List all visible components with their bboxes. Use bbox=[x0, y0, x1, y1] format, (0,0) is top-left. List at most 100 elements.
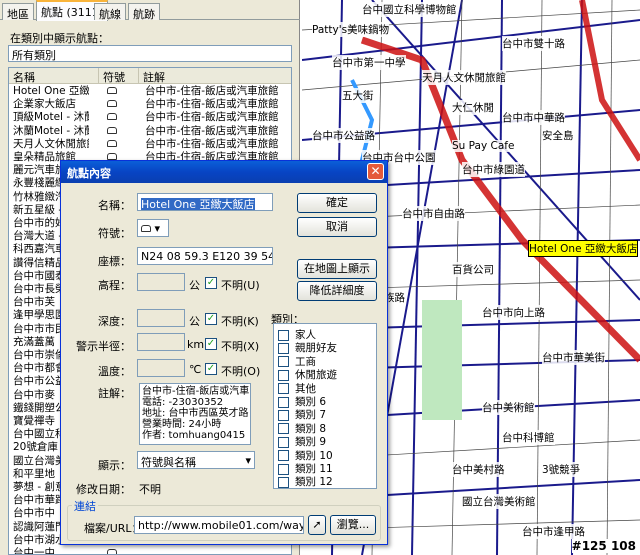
category-checkbox[interactable] bbox=[278, 476, 289, 488]
category-checkbox[interactable] bbox=[278, 383, 289, 395]
car-icon bbox=[107, 113, 117, 121]
tab-tracks[interactable]: 航跡 bbox=[128, 3, 160, 21]
waypoint-name: 頂級Motel - 沐蘭 bbox=[13, 111, 89, 124]
coord-field[interactable]: N24 08 59.3 E120 39 54.0 bbox=[137, 247, 273, 265]
depth-unknown-label: 不明(K) bbox=[221, 315, 259, 328]
category-filter-select[interactable]: 所有類別 bbox=[8, 45, 292, 62]
category-item[interactable]: 親朋好友 bbox=[278, 340, 337, 354]
url-field[interactable]: http://www.mobile01.com/waypointdet bbox=[134, 516, 304, 534]
map-label[interactable]: 台中市華美街 bbox=[542, 350, 605, 365]
map-label[interactable]: Hotel One 亞緻大飯店 bbox=[528, 240, 639, 257]
category-item-label: 類別 6 bbox=[295, 396, 327, 408]
category-checkbox[interactable] bbox=[278, 450, 289, 462]
altitude-field[interactable] bbox=[137, 273, 185, 291]
category-item[interactable]: 類別 6 bbox=[278, 394, 327, 408]
open-link-icon[interactable]: ➚ bbox=[308, 515, 326, 535]
list-item[interactable]: 天月人文休閒旅館 台中市-住宿-飯店或汽車旅館 bbox=[9, 137, 291, 151]
map-label[interactable]: 3號競爭 bbox=[542, 462, 581, 477]
category-item-label: 類別 11 bbox=[295, 463, 333, 475]
show-on-map-button[interactable]: 在地圖上顯示(S) bbox=[297, 259, 377, 292]
category-item[interactable]: 其他 bbox=[278, 381, 316, 395]
category-item[interactable]: 類別 11 bbox=[278, 461, 333, 475]
category-checkbox[interactable] bbox=[278, 436, 289, 448]
category-checkbox[interactable] bbox=[278, 356, 289, 368]
map-label[interactable]: 台中美村路 bbox=[452, 462, 505, 477]
waypoint-note: 台中市-住宿-飯店或汽車旅館 bbox=[145, 98, 279, 111]
coord-label: 座標： bbox=[98, 255, 131, 268]
category-item-label: 休閒旅遊 bbox=[295, 369, 337, 382]
temperature-unknown-checkbox[interactable]: ✓ bbox=[205, 363, 217, 375]
category-checkbox[interactable] bbox=[278, 396, 289, 408]
map-label[interactable]: 台中國立科學博物館 bbox=[362, 2, 457, 17]
map-label[interactable]: 大仁休閒 bbox=[452, 100, 494, 115]
map-label[interactable]: 台中市第一中學 bbox=[332, 55, 406, 70]
app-window: 地區 航點 (3111) 航線 航跡 在類別中顯示航點： 所有類別 名稱 符號 … bbox=[0, 0, 640, 555]
cancel-button[interactable]: 取消 bbox=[297, 217, 377, 237]
category-checkbox[interactable] bbox=[278, 423, 289, 435]
ok-button[interactable]: 確定 bbox=[297, 193, 377, 213]
category-checkbox[interactable] bbox=[278, 409, 289, 421]
category-list[interactable]: 家人 親朋好友 工商 休閒旅遊 其他 類別 6 類別 7 類別 8 類別 9 類別 10 類別 11… bbox=[273, 323, 377, 489]
category-item[interactable]: 類別 9 bbox=[278, 434, 326, 448]
map-label[interactable]: 安全島 bbox=[542, 128, 574, 143]
category-item-label: 家人 bbox=[295, 329, 316, 341]
depth-label: 深度： bbox=[98, 315, 131, 328]
list-item[interactable]: 企業家大飯店 台中市-住宿-飯店或汽車旅館 bbox=[9, 97, 291, 111]
map-label[interactable]: 台中科博館 bbox=[502, 430, 555, 445]
map-label[interactable]: 台中美術館 bbox=[482, 400, 535, 415]
lower-detail-button[interactable]: 降低詳細度 bbox=[297, 281, 377, 301]
map-label[interactable]: 台中市向上路 bbox=[482, 305, 545, 320]
column-symbol-header[interactable]: 符號 bbox=[99, 68, 139, 84]
category-item[interactable]: 類別 10 bbox=[278, 448, 333, 462]
category-checkbox[interactable] bbox=[278, 329, 289, 341]
symbol-select[interactable]: ▾ bbox=[137, 219, 169, 237]
altitude-unit: 公 bbox=[189, 279, 200, 292]
column-note-header[interactable]: 註解 bbox=[139, 68, 291, 84]
radius-field[interactable] bbox=[137, 333, 185, 351]
depth-unit: 公 bbox=[189, 315, 200, 328]
altitude-unknown-checkbox[interactable]: ✓ bbox=[205, 277, 217, 289]
category-item[interactable]: 工商 bbox=[278, 354, 316, 368]
map-label[interactable]: Patty's美味鍋物 bbox=[312, 22, 390, 37]
category-checkbox[interactable] bbox=[278, 463, 289, 475]
map-label[interactable]: 台中市綠園道 bbox=[462, 162, 525, 177]
category-item[interactable]: 類別 12 bbox=[278, 474, 333, 488]
car-icon bbox=[107, 153, 117, 160]
category-item[interactable]: 類別 8 bbox=[278, 421, 326, 435]
category-checkbox[interactable] bbox=[278, 342, 289, 354]
list-item[interactable]: Hotel One 亞緻大… 台中市-住宿-飯店或汽車旅館 bbox=[9, 84, 291, 98]
category-item[interactable]: 類別 7 bbox=[278, 407, 326, 421]
list-item[interactable]: 台中一中 bbox=[9, 546, 291, 554]
map-label[interactable]: 台中市中華路 bbox=[502, 110, 565, 125]
waypoint-note: 台中市-住宿-飯店或汽車旅館 bbox=[145, 111, 279, 124]
notes-textarea[interactable]: 台中市-住宿-飯店或汽車 電話: -23030352 地址: 台中市西區英才路 營業時… bbox=[139, 383, 251, 445]
radius-unknown-checkbox[interactable]: ✓ bbox=[205, 338, 217, 350]
category-checkbox[interactable] bbox=[278, 369, 289, 381]
altitude-label: 高程： bbox=[98, 279, 131, 292]
display-select[interactable]: 符號與名稱 ▾ bbox=[137, 451, 255, 469]
list-item[interactable]: 頂級Motel - 沐蘭 台中市-住宿-飯店或汽車旅館 bbox=[9, 110, 291, 124]
tab-region[interactable]: 地區 bbox=[2, 3, 34, 21]
map-label[interactable]: 台中市雙十路 bbox=[502, 36, 565, 51]
name-field[interactable]: Hotel One 亞緻大飯店 bbox=[137, 193, 273, 211]
map-label[interactable]: 國立台灣美術館 bbox=[462, 494, 536, 509]
map-label[interactable]: 百貨公司 bbox=[452, 262, 494, 277]
map-label[interactable]: 台中市公益路 bbox=[312, 128, 375, 143]
map-label[interactable]: 台中市自由路 bbox=[402, 206, 465, 221]
tab-routes[interactable]: 航線 bbox=[94, 3, 126, 21]
browse-button[interactable]: 瀏覽... bbox=[330, 515, 376, 535]
map-label[interactable]: Su Pay Cafe bbox=[452, 140, 515, 152]
filter-label: 在類別中顯示航點： bbox=[10, 32, 109, 45]
category-filter-value: 所有類別 bbox=[12, 49, 56, 62]
category-item[interactable]: 休閒旅遊 bbox=[278, 367, 337, 382]
map-label[interactable]: 天月人文休閒旅館 bbox=[422, 70, 506, 85]
map-label[interactable]: 台中市逢甲路 bbox=[522, 524, 585, 539]
map-label[interactable]: 五大街 bbox=[342, 88, 374, 103]
close-icon[interactable]: ✕ bbox=[367, 163, 384, 180]
list-item[interactable]: 沐蘭Motel - 沐蘭… 台中市-住宿-飯店或汽車旅館 bbox=[9, 124, 291, 138]
depth-field[interactable] bbox=[137, 309, 185, 327]
category-item[interactable]: 家人 bbox=[278, 327, 316, 341]
column-name-header[interactable]: 名稱 bbox=[9, 68, 99, 84]
temperature-field[interactable] bbox=[137, 359, 185, 377]
depth-unknown-checkbox[interactable]: ✓ bbox=[205, 313, 217, 325]
